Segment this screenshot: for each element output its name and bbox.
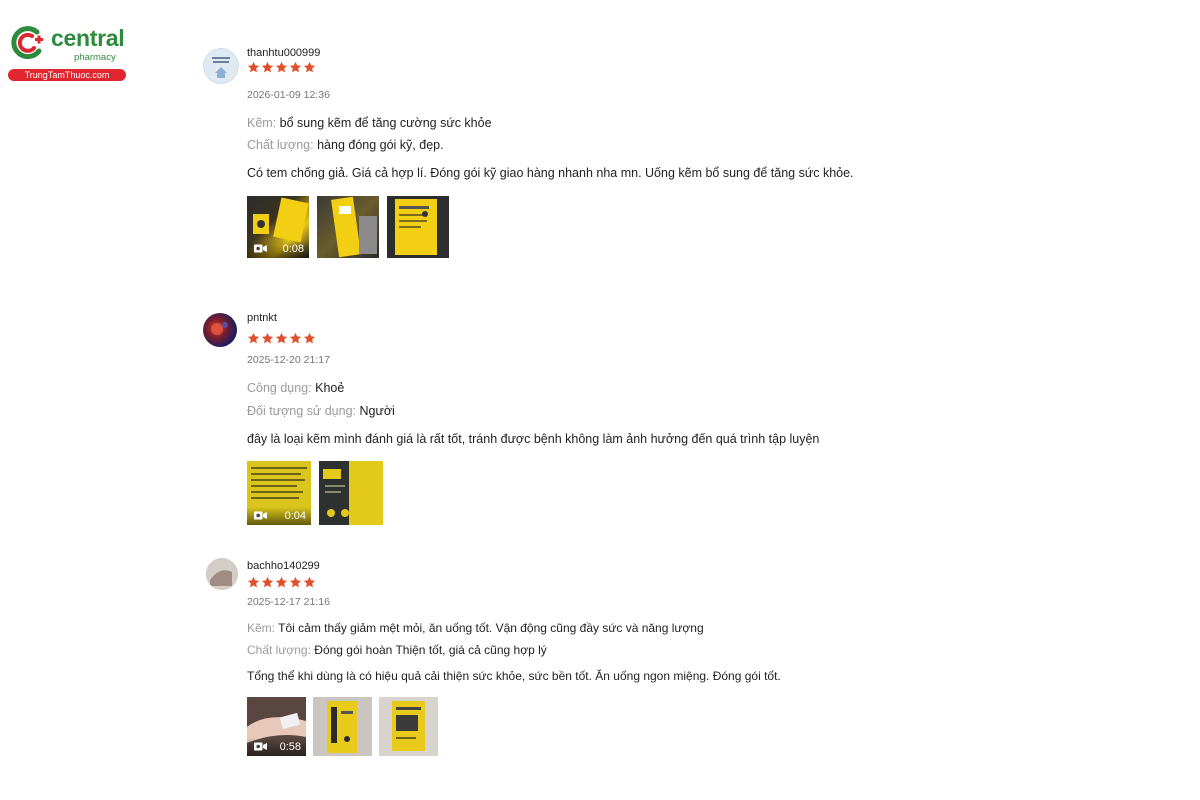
review-text: Có tem chống giả. Giá cả hợp lí. Đóng gó… [247, 166, 854, 180]
review-username: pntnkt [247, 312, 277, 324]
review-username: bachho140299 [247, 560, 320, 572]
star-icon [247, 576, 260, 588]
avatar[interactable] [206, 558, 238, 590]
star-icon [261, 61, 274, 73]
attribute-key: Đối tượng sử dụng: [247, 404, 357, 418]
attribute-key: Công dụng: [247, 381, 312, 395]
attribute-value: Người [359, 404, 395, 418]
attribute-value: Đóng gói hoàn Thiện tốt, giá cả cũng hợp… [314, 643, 547, 657]
review-attribute: Chất lượng: Đóng gói hoàn Thiện tốt, giá… [247, 643, 547, 657]
image-thumbnail[interactable] [379, 697, 438, 756]
video-camera-icon [254, 511, 267, 520]
review-media: 0:08 [247, 196, 449, 258]
brand-logo[interactable]: central pharmacy TrungTamThuoc.com [8, 22, 128, 84]
review-attribute: Kẽm: Tôi cảm thấy giảm mệt mỏi, ăn uống … [247, 621, 704, 635]
video-duration: 0:04 [284, 510, 306, 522]
star-icon [303, 576, 316, 588]
star-icon [247, 332, 260, 344]
product-image [395, 199, 437, 255]
review-media: 0:58 [247, 697, 438, 756]
product-image [331, 196, 377, 258]
star-icon [275, 61, 288, 73]
avatar[interactable] [203, 48, 239, 84]
attribute-key: Kẽm: [247, 116, 277, 130]
avatar-image [211, 322, 228, 335]
image-thumbnail[interactable] [313, 697, 372, 756]
star-icon [289, 332, 302, 344]
rating-stars [247, 332, 316, 345]
review-date: 2025-12-20 21:17 [247, 354, 330, 366]
review-date: 2026-01-09 12:36 [247, 89, 330, 101]
central-pharmacy-logo-icon [11, 26, 43, 60]
star-icon [261, 332, 274, 344]
logo-site-badge: TrungTamThuoc.com [8, 69, 126, 81]
logo-subtitle: pharmacy [74, 52, 116, 63]
star-icon [303, 332, 316, 344]
video-camera-icon [254, 742, 267, 751]
video-thumbnail[interactable]: 0:04 [247, 461, 311, 525]
rating-stars [247, 576, 316, 589]
review-media: 0:04 [247, 461, 383, 525]
star-icon [303, 61, 316, 73]
image-thumbnail[interactable] [319, 461, 383, 525]
attribute-key: Kẽm: [247, 621, 276, 635]
video-duration: 0:58 [279, 741, 301, 753]
avatar-image [204, 49, 238, 83]
star-icon [247, 61, 260, 73]
review-date: 2025-12-17 21:16 [247, 596, 330, 608]
review-attribute: Đối tượng sử dụng: Người [247, 404, 395, 418]
video-camera-icon [254, 244, 267, 253]
review-attribute: Công dụng: Khoẻ [247, 381, 344, 395]
star-icon [289, 61, 302, 73]
attribute-key: Chất lượng: [247, 643, 311, 657]
attribute-value: hàng đóng gói kỹ, đẹp. [317, 138, 444, 152]
product-image [313, 697, 372, 756]
review-attribute: Chất lượng: hàng đóng gói kỹ, đẹp. [247, 138, 444, 152]
attribute-value: bổ sung kẽm để tăng cường sức khỏe [279, 116, 492, 130]
review-text: Tổng thể khi dùng là có hiệu quả cải thi… [247, 669, 781, 683]
review-username: thanhtu000999 [247, 47, 321, 59]
rating-stars [247, 61, 316, 74]
attribute-key: Chất lượng: [247, 138, 314, 152]
image-thumbnail[interactable] [387, 196, 449, 258]
video-duration: 0:08 [282, 243, 304, 255]
product-image [319, 461, 383, 525]
star-icon [289, 576, 302, 588]
review-text: đây là loại kẽm mình đánh giá là rất tốt… [247, 432, 820, 446]
star-icon [275, 576, 288, 588]
attribute-value: Khoẻ [315, 381, 345, 395]
avatar[interactable] [203, 313, 237, 347]
logo-wordmark: central [51, 25, 125, 51]
image-thumbnail[interactable] [317, 196, 379, 258]
star-icon [261, 576, 274, 588]
star-icon [275, 332, 288, 344]
review-attribute: Kẽm: bổ sung kẽm để tăng cường sức khỏe [247, 116, 492, 130]
video-thumbnail[interactable]: 0:58 [247, 697, 306, 756]
attribute-value: Tôi cảm thấy giảm mệt mỏi, ăn uống tốt. … [278, 621, 704, 635]
video-thumbnail[interactable]: 0:08 [247, 196, 309, 258]
avatar-image [206, 558, 238, 590]
product-image [379, 697, 438, 756]
